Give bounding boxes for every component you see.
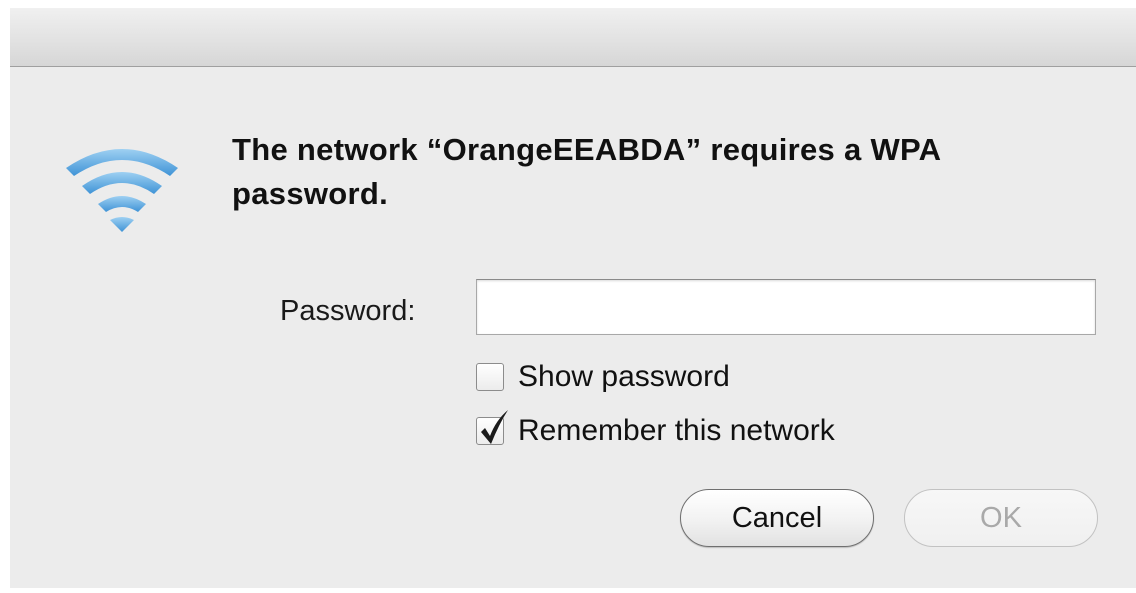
ok-button[interactable]: OK: [904, 489, 1098, 547]
show-password-option[interactable]: Show password: [476, 360, 730, 394]
password-label: Password:: [280, 295, 416, 327]
checkmark-icon: [481, 410, 508, 444]
show-password-label: Show password: [518, 360, 730, 393]
remember-network-checkbox[interactable]: [476, 410, 508, 445]
remember-network-option[interactable]: Remember this network: [476, 410, 835, 448]
dialog-message: The network “OrangeEEABDA” requires a WP…: [232, 132, 941, 211]
wifi-password-dialog: The network “OrangeEEABDA” requires a WP…: [10, 8, 1136, 588]
password-input[interactable]: [476, 279, 1096, 335]
wifi-icon: [66, 149, 178, 232]
show-password-checkbox[interactable]: [476, 363, 504, 391]
title-bar[interactable]: [10, 8, 1136, 67]
remember-network-label: Remember this network: [518, 414, 835, 447]
cancel-button[interactable]: Cancel: [680, 489, 874, 547]
